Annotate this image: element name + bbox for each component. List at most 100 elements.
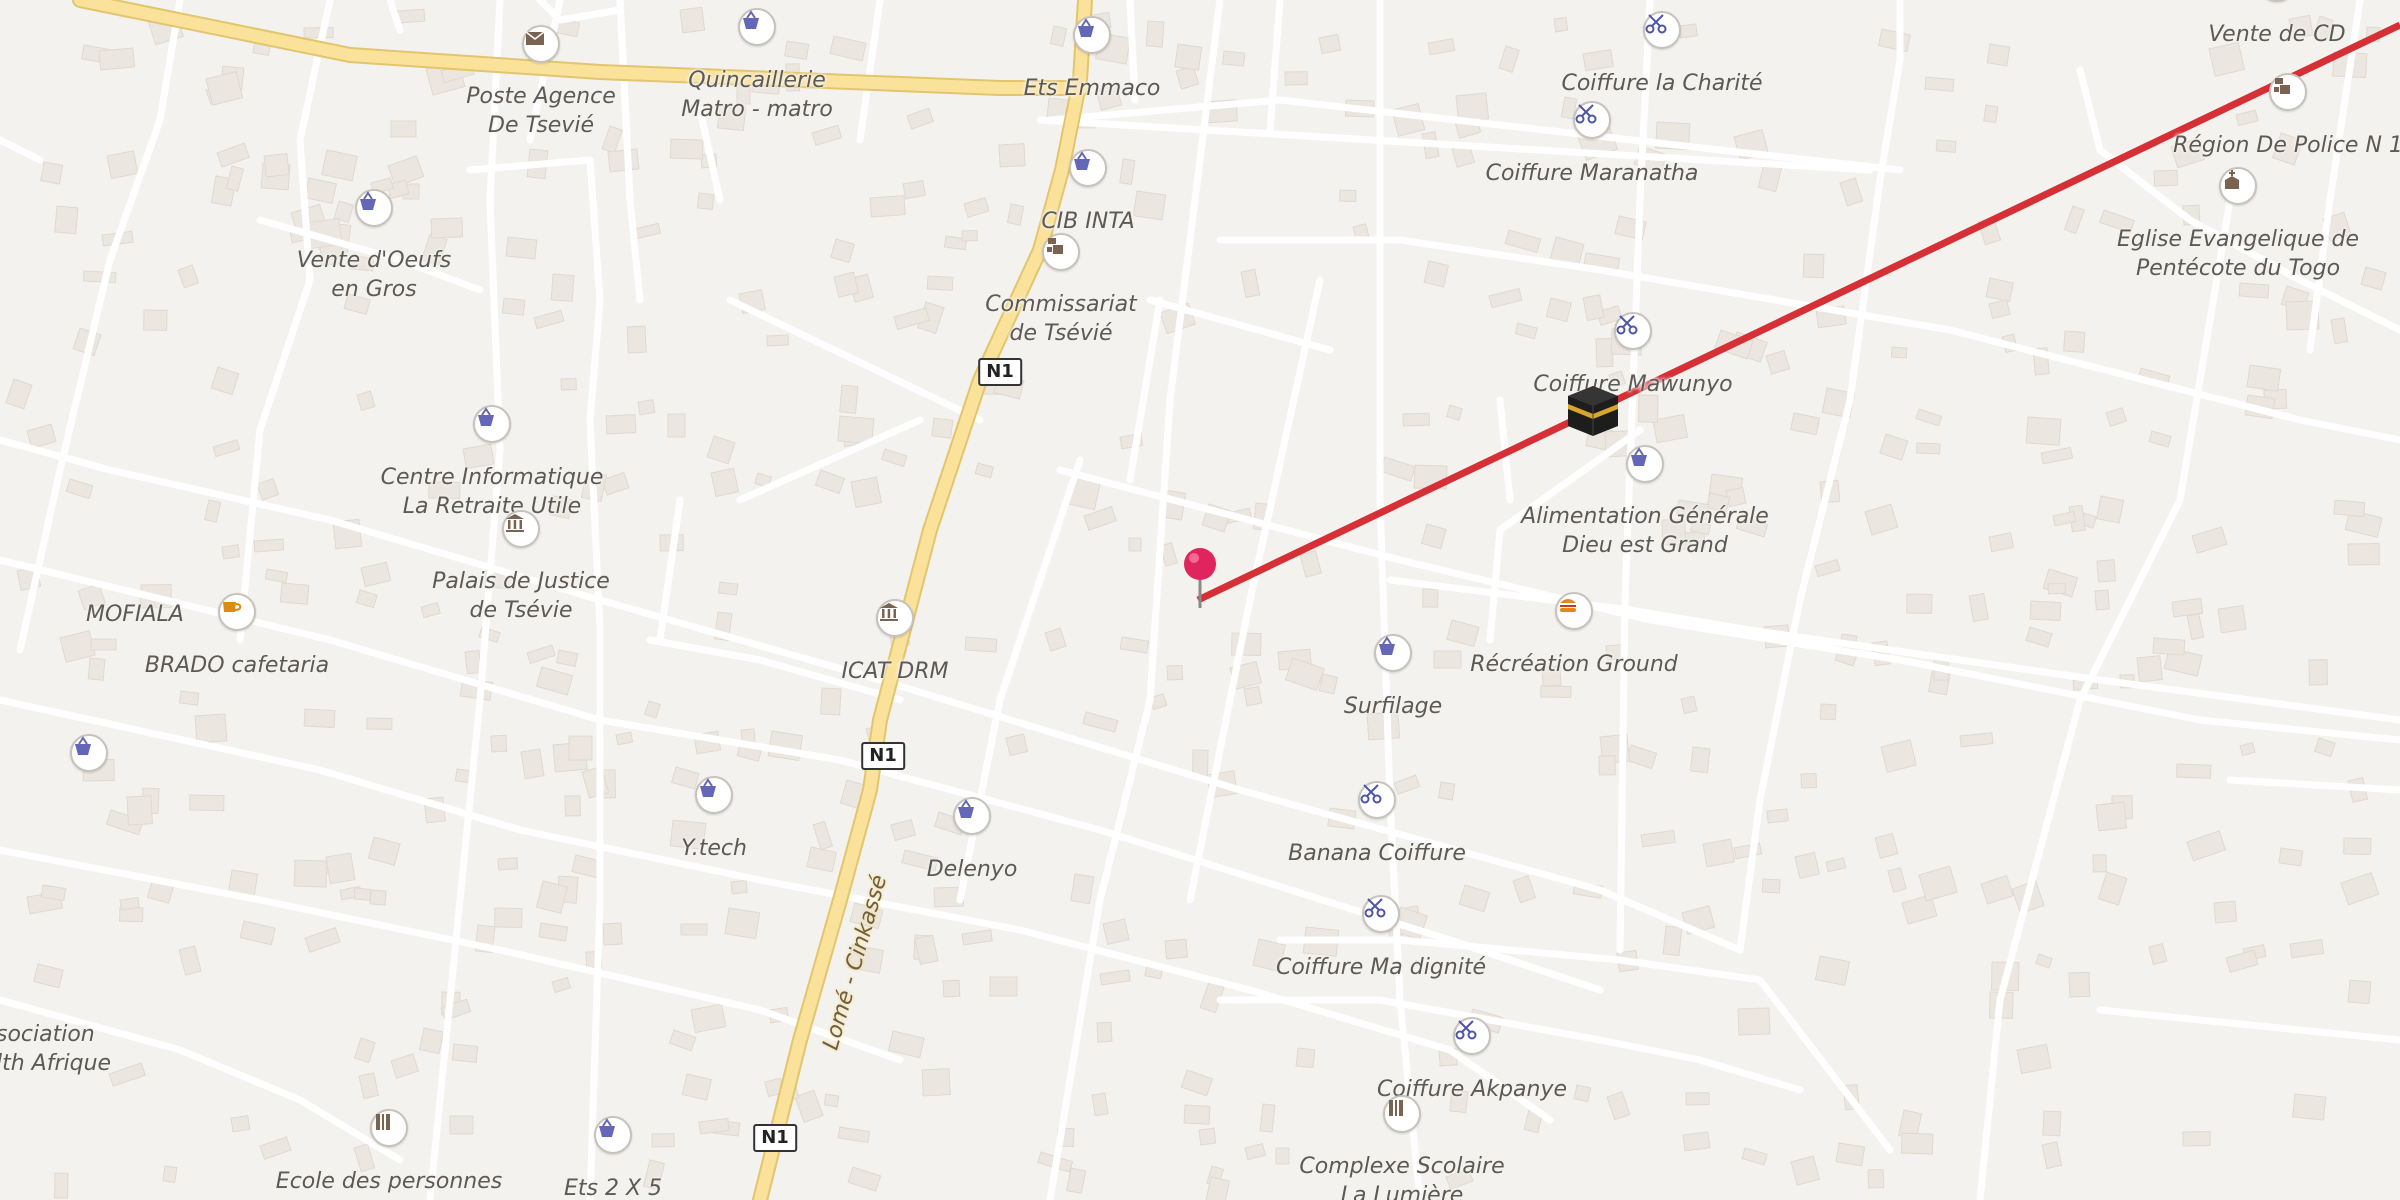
building xyxy=(1512,875,1537,904)
church-icon[interactable] xyxy=(2219,167,2257,205)
poi-label-alimentation-generale-dieu-est-grand[interactable]: Alimentation Générale Dieu est Grand xyxy=(1521,502,1769,560)
poi-label-delenyo[interactable]: Delenyo xyxy=(927,855,1018,884)
poi-label-region-de-police-n-1[interactable]: Région De Police N 1 xyxy=(2173,131,2400,160)
poi-label-coiffure-ma-dignite[interactable]: Coiffure Ma dignité xyxy=(1276,953,1486,982)
building xyxy=(2063,205,2085,235)
poi-label-commissariat-de-tsevie[interactable]: Commissariat de Tsévié xyxy=(985,290,1136,348)
poi-label-poste-agence-de-tsevie[interactable]: Poste Agence De Tsevié xyxy=(466,82,615,140)
poi-label-line: Ecole des personnes xyxy=(275,1169,503,1194)
shopping-basket-icon[interactable] xyxy=(355,189,393,227)
shopping-basket-icon[interactable] xyxy=(473,405,511,443)
building xyxy=(259,1136,292,1160)
shopping-basket-icon[interactable] xyxy=(70,734,108,772)
building xyxy=(1006,203,1025,226)
shopping-basket-icon[interactable] xyxy=(953,797,991,835)
poi-label-line: BRADO cafetaria xyxy=(144,653,330,678)
building xyxy=(54,205,79,235)
shopping-basket-icon[interactable] xyxy=(695,776,733,814)
poi-label-recreation-ground[interactable]: Récréation Ground xyxy=(1470,650,1678,679)
building xyxy=(1437,781,1456,801)
building xyxy=(353,887,372,901)
shopping-basket-icon[interactable] xyxy=(1073,16,1111,54)
building xyxy=(304,177,337,204)
building xyxy=(2314,737,2336,758)
scissors-icon[interactable] xyxy=(1362,895,1400,933)
scissors-icon[interactable] xyxy=(1453,1017,1491,1055)
building xyxy=(823,1093,840,1108)
poi-label-line: Complexe Scolaire xyxy=(1299,1154,1505,1179)
courthouse-icon[interactable] xyxy=(876,599,914,637)
poi-label-line: Ets 2 X 5 xyxy=(563,1176,663,1200)
shopping-basket-icon[interactable] xyxy=(594,1116,632,1154)
poi-label-coiffure-maranatha[interactable]: Coiffure Maranatha xyxy=(1486,159,1699,188)
mail-icon[interactable] xyxy=(522,25,560,63)
poi-label-vente-d-oeufs-en-gros[interactable]: Vente d'Oeufs en Gros xyxy=(297,246,451,304)
building xyxy=(1741,1147,1768,1166)
building xyxy=(2096,495,2125,524)
building xyxy=(551,976,572,994)
building xyxy=(1640,829,1676,848)
cafe-icon[interactable] xyxy=(218,593,256,631)
poi-label-surfilage[interactable]: Surfilage xyxy=(1344,692,1442,721)
scissors-icon[interactable] xyxy=(1614,312,1652,350)
scissors-icon[interactable] xyxy=(1358,781,1396,819)
poi-label-ecole-des-personnes[interactable]: Ecole des personnes xyxy=(276,1167,502,1196)
poi-label-coiffure-la-charite[interactable]: Coiffure la Charité xyxy=(1561,69,1762,98)
poi-label-ets-emmaco[interactable]: Ets Emmaco xyxy=(1024,74,1161,103)
building xyxy=(1243,685,1263,707)
street xyxy=(0,696,1554,1124)
poi-label-icat-drm[interactable]: ICAT DRM xyxy=(842,657,949,686)
poi-label-centre-informatique-la-retraite-utile[interactable]: Centre Informatique La Retraite Utile xyxy=(381,463,604,521)
poi-label-palais-de-justice-de-tsevie[interactable]: Palais de Justice de Tsévie xyxy=(432,567,610,625)
poi-label-y-tech[interactable]: Y.tech xyxy=(681,834,747,863)
building xyxy=(1733,842,1763,860)
school-icon[interactable] xyxy=(1383,1095,1421,1133)
building xyxy=(2068,971,2091,998)
school-icon[interactable] xyxy=(370,1109,408,1147)
building xyxy=(325,852,356,885)
building xyxy=(490,734,508,753)
poi-label-complexe-scolaire-la-lumiere[interactable]: Complexe Scolaire La Lumière xyxy=(1299,1152,1504,1200)
poi-label-brado-cafetaria[interactable]: BRADO cafetaria xyxy=(145,651,329,680)
building xyxy=(1044,627,1067,652)
building xyxy=(1240,268,1261,299)
poi-label-ets-2-x-5[interactable]: Ets 2 X 5 xyxy=(564,1174,662,1200)
shopping-basket-icon[interactable] xyxy=(1374,634,1412,672)
building xyxy=(1446,619,1480,648)
poi-label-eglise-evangelique-de-pentecote-du-togo[interactable]: Eglise Evangelique de Pentécote du Togo xyxy=(2117,225,2359,283)
poi-label-line: Alimentation Générale xyxy=(1521,504,1769,529)
building xyxy=(2278,847,2304,867)
building xyxy=(963,196,990,219)
poi-label-line: Coiffure la Charité xyxy=(1561,71,1763,96)
building xyxy=(931,417,954,439)
police-icon[interactable] xyxy=(2269,73,2307,111)
fast-food-icon[interactable] xyxy=(1555,592,1593,630)
building xyxy=(681,1073,712,1101)
building xyxy=(1295,1047,1316,1069)
kaaba-icon[interactable] xyxy=(1564,382,1622,440)
poi-label-cib-inta[interactable]: CIB INTA xyxy=(1041,207,1134,236)
poi-label-line: en Gros xyxy=(331,277,417,302)
building xyxy=(54,1172,69,1199)
poi-label-mofiala[interactable]: MOFIALA xyxy=(86,600,184,629)
poi-label-vente-de-cd[interactable]: Vente de CD xyxy=(2208,20,2345,49)
poi-label-line: MOFIALA xyxy=(86,602,184,627)
shopping-basket-icon[interactable] xyxy=(1069,149,1107,187)
poi-label-quincaillerie-matro-matro[interactable]: Quincaillerie Matro - matro xyxy=(681,66,833,124)
building xyxy=(397,8,426,24)
shopping-basket-icon[interactable] xyxy=(738,8,776,46)
building xyxy=(2152,637,2186,656)
map-pin-icon[interactable] xyxy=(1178,546,1222,616)
map-canvas[interactable]: N1 N1 N1 Lomé - Cinkassé Poste Agence De Ts… xyxy=(0,0,2400,1200)
police-icon[interactable] xyxy=(1042,233,1080,271)
scissors-icon[interactable] xyxy=(1643,11,1681,49)
poi-label-banana-coiffure[interactable]: Banana Coiffure xyxy=(1288,839,1466,868)
building xyxy=(2186,612,2205,641)
scissors-icon[interactable] xyxy=(1573,101,1611,139)
building xyxy=(533,309,565,330)
poi-label-sociation-lth-afrique[interactable]: sociation lth Afrique xyxy=(0,1020,111,1078)
building xyxy=(1070,873,1095,905)
shopping-basket-icon[interactable] xyxy=(1626,445,1664,483)
building xyxy=(2238,282,2270,299)
courthouse-icon[interactable] xyxy=(502,510,540,548)
